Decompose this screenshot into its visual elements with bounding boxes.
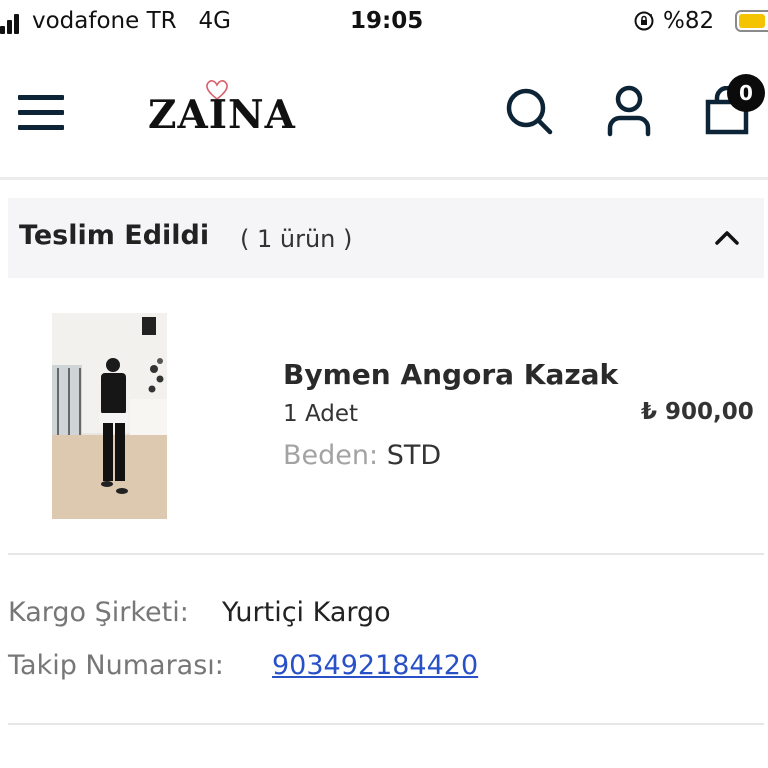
product-size-label: Beden:	[283, 440, 379, 471]
product-size: Beden: STD	[283, 440, 441, 471]
cargo-company-value: Yurtiçi Kargo	[222, 597, 391, 628]
cargo-company-label: Kargo Şirketi:	[8, 597, 189, 628]
chevron-up-icon[interactable]	[714, 225, 740, 251]
battery-icon	[735, 10, 768, 32]
product-name[interactable]: Bymen Angora Kazak	[283, 358, 618, 391]
status-bar: vodafone TR 4G 19:05 %82	[0, 0, 768, 46]
tracking-number-label: Takip Numarası:	[8, 650, 224, 681]
divider	[8, 723, 764, 725]
cart-count-badge[interactable]: 0	[727, 74, 765, 112]
rotation-lock-icon	[634, 11, 654, 31]
order-status-title: Teslim Edildi	[19, 220, 210, 251]
user-icon[interactable]	[606, 85, 652, 137]
order-status-header[interactable]: Teslim Edildi ( 1 ürün )	[8, 198, 764, 278]
product-size-value: STD	[386, 440, 442, 471]
battery-percent: %82	[663, 8, 715, 34]
carrier-label: vodafone TR 4G	[32, 8, 232, 34]
battery-fill	[739, 14, 765, 28]
signal-icon	[0, 10, 24, 34]
tracking-number-link[interactable]: 903492184420	[272, 650, 478, 681]
logo-text: ZAINA	[148, 92, 296, 138]
product-image[interactable]	[52, 313, 167, 519]
header-divider	[0, 177, 768, 180]
search-icon[interactable]	[504, 86, 554, 136]
divider	[8, 553, 764, 555]
product-price: ₺ 900,00	[641, 399, 754, 425]
brand-logo[interactable]: ZAINA	[148, 78, 295, 140]
status-time: 19:05	[350, 8, 424, 34]
menu-icon[interactable]	[18, 93, 66, 133]
product-quantity: 1 Adet	[283, 401, 359, 427]
order-item-count: ( 1 ürün )	[240, 225, 353, 253]
